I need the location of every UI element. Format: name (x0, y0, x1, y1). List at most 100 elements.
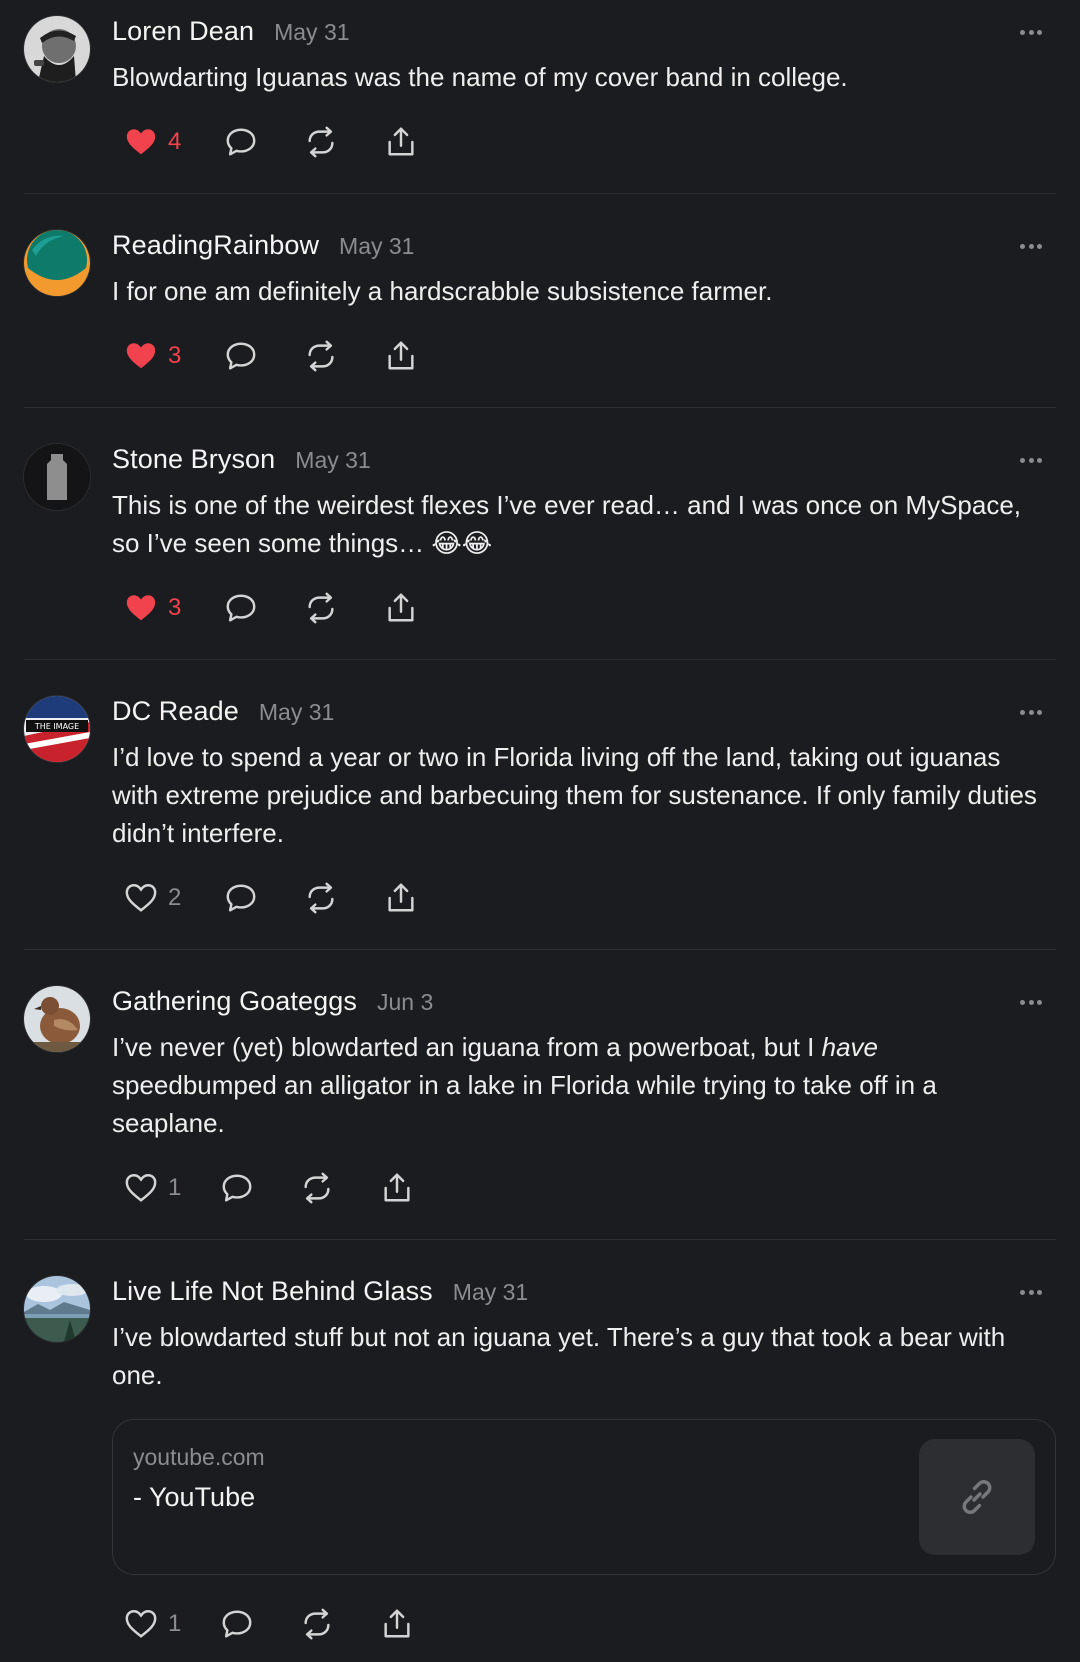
comment-header: Gathering Goateggs Jun 3 (112, 986, 433, 1024)
reply-button[interactable] (220, 1168, 254, 1208)
comment-actions: 4 (112, 122, 432, 162)
more-options-icon[interactable] (1020, 700, 1042, 724)
share-button[interactable] (380, 1168, 414, 1208)
comment-text: Blowdarting Iguanas was the name of my c… (112, 62, 848, 92)
comment-date[interactable]: May 31 (339, 233, 414, 260)
avatar[interactable] (24, 16, 90, 82)
more-options-icon[interactable] (1020, 1280, 1042, 1304)
repost-icon (300, 1607, 334, 1641)
heart-icon (124, 125, 158, 159)
divider (24, 949, 1056, 950)
like-count: 4 (168, 128, 182, 155)
repost-button[interactable] (304, 122, 338, 162)
like-button[interactable]: 3 (124, 336, 181, 376)
comment-header: Live Life Not Behind Glass May 31 (112, 1276, 528, 1314)
comment-date[interactable]: May 31 (259, 699, 334, 726)
author-name[interactable]: Stone Bryson (112, 444, 275, 475)
more-options-icon[interactable] (1020, 20, 1042, 44)
share-icon (384, 339, 418, 373)
more-options-icon[interactable] (1020, 234, 1042, 258)
share-button[interactable] (380, 1604, 414, 1644)
speech-bubble-icon (224, 881, 258, 915)
share-icon (384, 125, 418, 159)
reply-button[interactable] (220, 1604, 254, 1644)
comment-header: Loren Dean May 31 (112, 16, 350, 54)
share-button[interactable] (384, 588, 418, 628)
like-count: 1 (168, 1174, 182, 1201)
avatar[interactable] (24, 1276, 90, 1342)
author-name[interactable]: Loren Dean (112, 16, 254, 47)
divider (24, 659, 1056, 660)
comment-header: Stone Bryson May 31 (112, 444, 371, 482)
share-button[interactable] (384, 878, 418, 918)
comment-date[interactable]: May 31 (295, 447, 370, 474)
repost-icon (300, 1171, 334, 1205)
avatar[interactable] (24, 230, 90, 296)
more-options-icon[interactable] (1020, 990, 1042, 1014)
comment-text: This is one of the weirdest flexes I’ve … (112, 490, 1022, 558)
avatar[interactable]: THE IMAGE (24, 696, 90, 762)
repost-button[interactable] (300, 1604, 334, 1644)
comment-actions: 3 (112, 336, 432, 376)
like-count: 1 (168, 1610, 182, 1637)
speech-bubble-icon (220, 1607, 254, 1641)
comment-date[interactable]: Jun 3 (377, 989, 433, 1016)
comment-actions: 3 (112, 588, 432, 628)
repost-icon (304, 339, 338, 373)
like-count: 2 (168, 884, 182, 911)
link-icon (962, 1480, 992, 1514)
link-domain: youtube.com (133, 1444, 265, 1470)
comment-text: I’ve blowdarted stuff but not an iguana … (112, 1322, 1006, 1390)
speech-bubble-icon (224, 125, 258, 159)
link-title: - YouTube (133, 1482, 256, 1512)
comment-text: I’d love to spend a year or two in Flori… (112, 742, 1037, 848)
link-thumbnail (919, 1439, 1035, 1555)
repost-icon (304, 881, 338, 915)
comment-actions: 2 (112, 878, 432, 918)
share-button[interactable] (384, 336, 418, 376)
avatar[interactable] (24, 444, 90, 510)
reply-button[interactable] (224, 588, 258, 628)
heart-icon (124, 1607, 158, 1641)
avatar[interactable] (24, 986, 90, 1052)
more-options-icon[interactable] (1020, 448, 1042, 472)
repost-button[interactable] (300, 1168, 334, 1208)
like-button[interactable]: 3 (124, 588, 181, 628)
share-button[interactable] (384, 122, 418, 162)
like-button[interactable]: 1 (124, 1604, 181, 1644)
repost-icon (304, 125, 338, 159)
comment-date[interactable]: May 31 (453, 1279, 528, 1306)
divider (24, 1239, 1056, 1240)
heart-icon (124, 1171, 158, 1205)
speech-bubble-icon (224, 591, 258, 625)
share-icon (384, 881, 418, 915)
reply-button[interactable] (224, 336, 258, 376)
like-button[interactable]: 2 (124, 878, 181, 918)
comment-date[interactable]: May 31 (274, 19, 349, 46)
like-button[interactable]: 4 (124, 122, 181, 162)
repost-button[interactable] (304, 336, 338, 376)
comment-header: DC Reade May 31 (112, 696, 334, 734)
reply-button[interactable] (224, 122, 258, 162)
reply-button[interactable] (224, 878, 258, 918)
like-button[interactable]: 1 (124, 1168, 181, 1208)
link-preview-card[interactable]: youtube.com - YouTube (112, 1419, 1056, 1575)
repost-icon (304, 591, 338, 625)
author-name[interactable]: Live Life Not Behind Glass (112, 1276, 433, 1307)
author-name[interactable]: DC Reade (112, 696, 239, 727)
divider (24, 407, 1056, 408)
like-count: 3 (168, 342, 182, 369)
comment-text: I’ve never (yet) blowdarted an iguana fr… (112, 1032, 937, 1138)
repost-button[interactable] (304, 878, 338, 918)
comment-actions: 1 (112, 1604, 432, 1644)
author-name[interactable]: Gathering Goateggs (112, 986, 357, 1017)
comment-actions: 1 (112, 1168, 432, 1208)
speech-bubble-icon (224, 339, 258, 373)
share-icon (384, 591, 418, 625)
like-count: 3 (168, 594, 182, 621)
speech-bubble-icon (220, 1171, 254, 1205)
author-name[interactable]: ReadingRainbow (112, 230, 319, 261)
svg-text:THE IMAGE: THE IMAGE (34, 722, 79, 731)
repost-button[interactable] (304, 588, 338, 628)
divider (24, 193, 1056, 194)
